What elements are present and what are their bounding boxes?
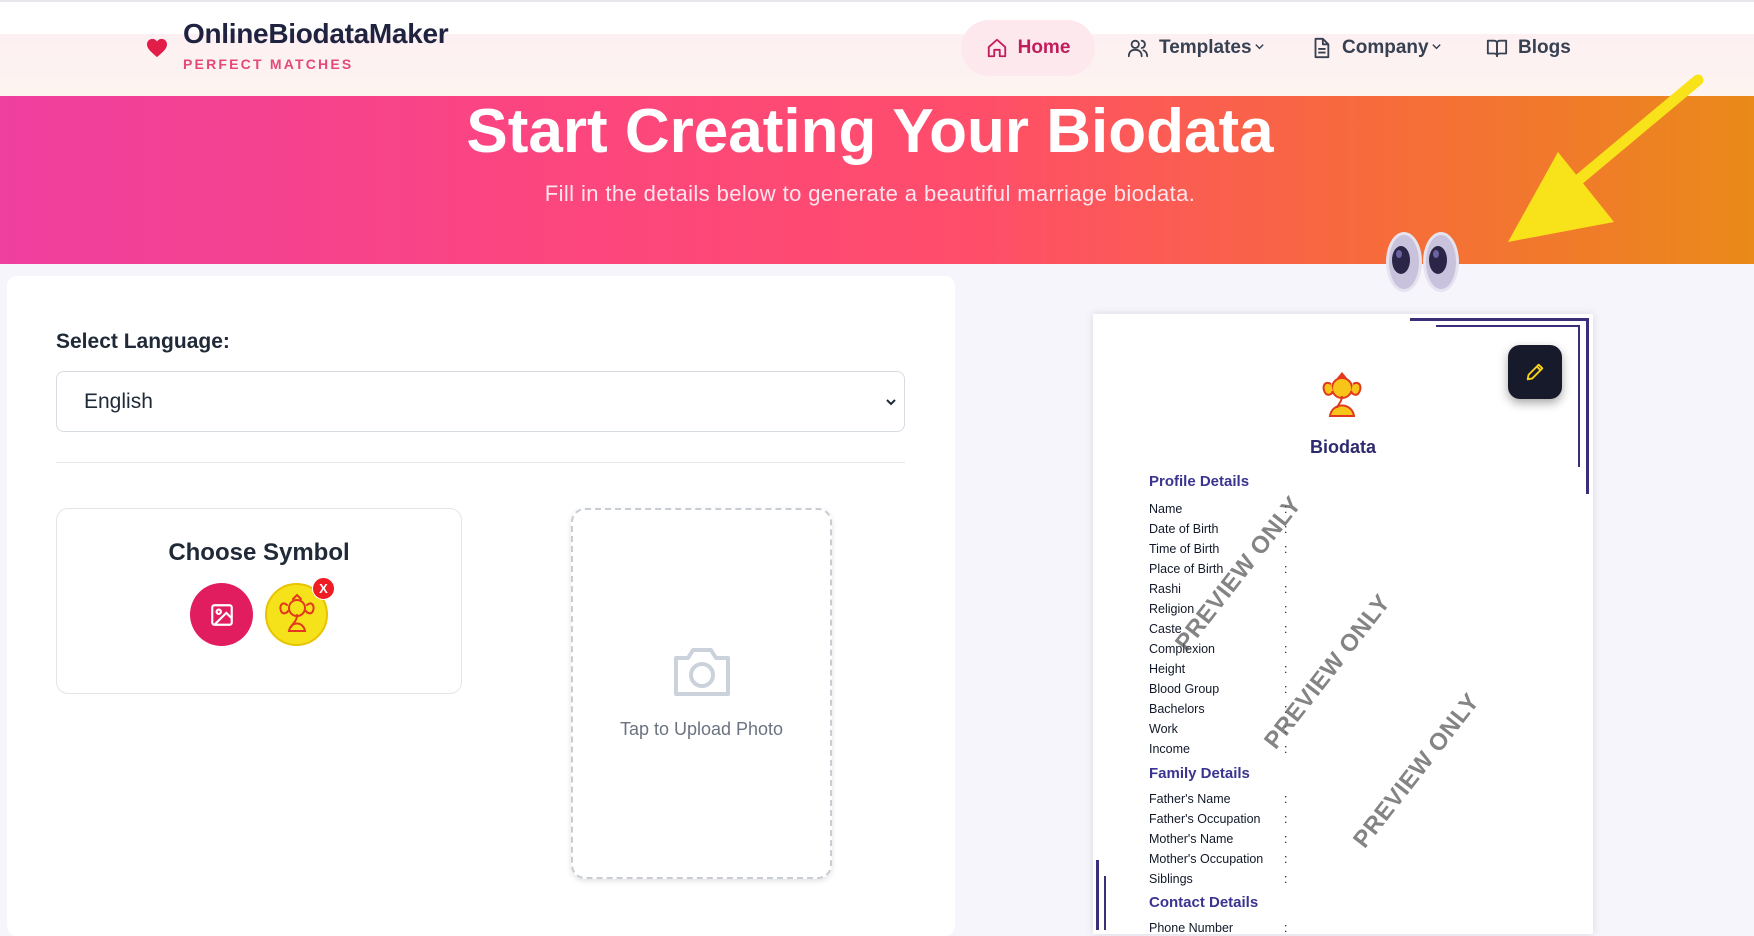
field-colon: :	[1284, 642, 1288, 656]
symbol-card	[56, 508, 462, 694]
field-label: Religion	[1149, 602, 1195, 616]
field-label: Income	[1149, 742, 1190, 756]
field-colon: :	[1284, 682, 1288, 696]
nav-templates[interactable]: Templates	[1127, 20, 1265, 76]
field-row: Phone Number:	[1149, 921, 1287, 935]
field-row: Place of Birth:	[1149, 562, 1287, 576]
ganesh-icon	[279, 593, 314, 632]
frame-ornament	[1436, 325, 1580, 327]
hero-title: Start Creating Your Biodata	[466, 97, 1274, 166]
nav-templates-label: Templates	[1159, 37, 1252, 58]
field-label: Date of Birth	[1149, 522, 1219, 536]
eyes-emoji-icon	[1386, 232, 1459, 292]
arrow-annotation-icon	[1508, 74, 1704, 242]
field-label: Father's Occupation	[1149, 812, 1261, 826]
field-label: Rashi	[1149, 582, 1181, 596]
frame-ornament	[1096, 860, 1099, 930]
camera-icon	[674, 648, 730, 696]
field-colon: :	[1284, 542, 1288, 556]
field-colon: :	[1284, 622, 1288, 636]
field-colon: :	[1284, 852, 1288, 866]
brand-subtitle: PERFECT MATCHES	[183, 56, 354, 72]
field-label: Phone Number	[1149, 921, 1234, 935]
frame-ornament	[1410, 318, 1588, 321]
field-row: Work:	[1149, 722, 1287, 736]
field-row: Mother's Name:	[1149, 832, 1287, 846]
field-label: Father's Name	[1149, 792, 1231, 806]
pencil-icon	[1526, 363, 1544, 381]
field-label: Place of Birth	[1149, 562, 1224, 576]
field-colon: :	[1284, 872, 1288, 886]
field-label: Name	[1149, 502, 1183, 516]
home-icon	[987, 38, 1006, 58]
field-label: Blood Group	[1149, 682, 1220, 696]
field-colon: :	[1284, 792, 1288, 806]
document-icon	[1314, 37, 1330, 59]
field-colon: :	[1284, 832, 1288, 846]
edit-template-button[interactable]	[1508, 345, 1562, 399]
field-label: Mother's Name	[1149, 832, 1234, 846]
field-row: Time of Birth:	[1149, 542, 1287, 556]
nav-blogs-label: Blogs	[1518, 37, 1571, 58]
field-row: Date of Birth:	[1149, 522, 1287, 536]
field-label: Bachelors	[1149, 702, 1205, 716]
chevron-down-icon	[886, 399, 896, 406]
field-label: Siblings	[1149, 872, 1193, 886]
field-label: Work	[1149, 722, 1178, 736]
field-row: Bachelors:	[1149, 702, 1287, 716]
upload-photo-label: Tap to Upload Photo	[619, 719, 784, 739]
field-row: Height:	[1149, 662, 1287, 676]
field-row: Religion:	[1149, 602, 1287, 616]
section-title: Family Details	[1149, 765, 1250, 782]
upload-symbol-button[interactable]	[190, 583, 253, 646]
field-row: Blood Group:	[1149, 682, 1287, 696]
field-label: Height	[1149, 662, 1186, 676]
remove-symbol-button[interactable]: X	[312, 577, 335, 600]
frame-ornament	[1586, 318, 1589, 494]
field-colon: :	[1284, 921, 1288, 935]
field-label: Mother's Occupation	[1149, 852, 1264, 866]
language-value: English	[84, 390, 153, 413]
nav-company[interactable]: Company	[1310, 20, 1442, 76]
symbol-title: Choose Symbol	[168, 539, 350, 566]
nav-company-label: Company	[1342, 37, 1429, 58]
heart-icon	[147, 38, 167, 58]
field-colon: :	[1284, 602, 1288, 616]
nav-home[interactable]: Home	[961, 20, 1095, 76]
frame-ornament	[1104, 876, 1106, 930]
image-icon	[210, 603, 233, 626]
divider	[56, 462, 905, 463]
field-row: Rashi:	[1149, 582, 1287, 596]
ganesh-icon	[1322, 372, 1362, 417]
field-row: Siblings:	[1149, 872, 1287, 886]
field-row: Income:	[1149, 742, 1287, 756]
field-row: Father's Occupation:	[1149, 812, 1287, 826]
section-title: Contact Details	[1149, 894, 1259, 911]
field-colon: :	[1284, 662, 1288, 676]
chevron-down-icon	[1431, 43, 1441, 49]
users-icon	[1127, 39, 1149, 58]
section-title: Profile Details	[1149, 473, 1250, 490]
field-label: Time of Birth	[1149, 542, 1220, 556]
field-row: Name:	[1149, 502, 1287, 516]
language-select[interactable]	[56, 371, 905, 432]
book-icon	[1486, 39, 1508, 58]
field-row: Mother's Occupation:	[1149, 852, 1287, 866]
field-row: Father's Name:	[1149, 792, 1287, 806]
brand-title[interactable]: OnlineBiodataMaker	[183, 18, 449, 50]
biodata-title: Biodata	[1309, 437, 1376, 457]
nav-blogs[interactable]: Blogs	[1486, 20, 1571, 76]
chevron-down-icon	[1254, 43, 1264, 49]
hero-subtitle: Fill in the details below to generate a …	[544, 181, 1196, 206]
language-label: Select Language:	[56, 330, 230, 353]
field-colon: :	[1284, 582, 1288, 596]
field-colon: :	[1284, 812, 1288, 826]
field-colon: :	[1284, 562, 1288, 576]
nav-home-label: Home	[1017, 37, 1071, 58]
